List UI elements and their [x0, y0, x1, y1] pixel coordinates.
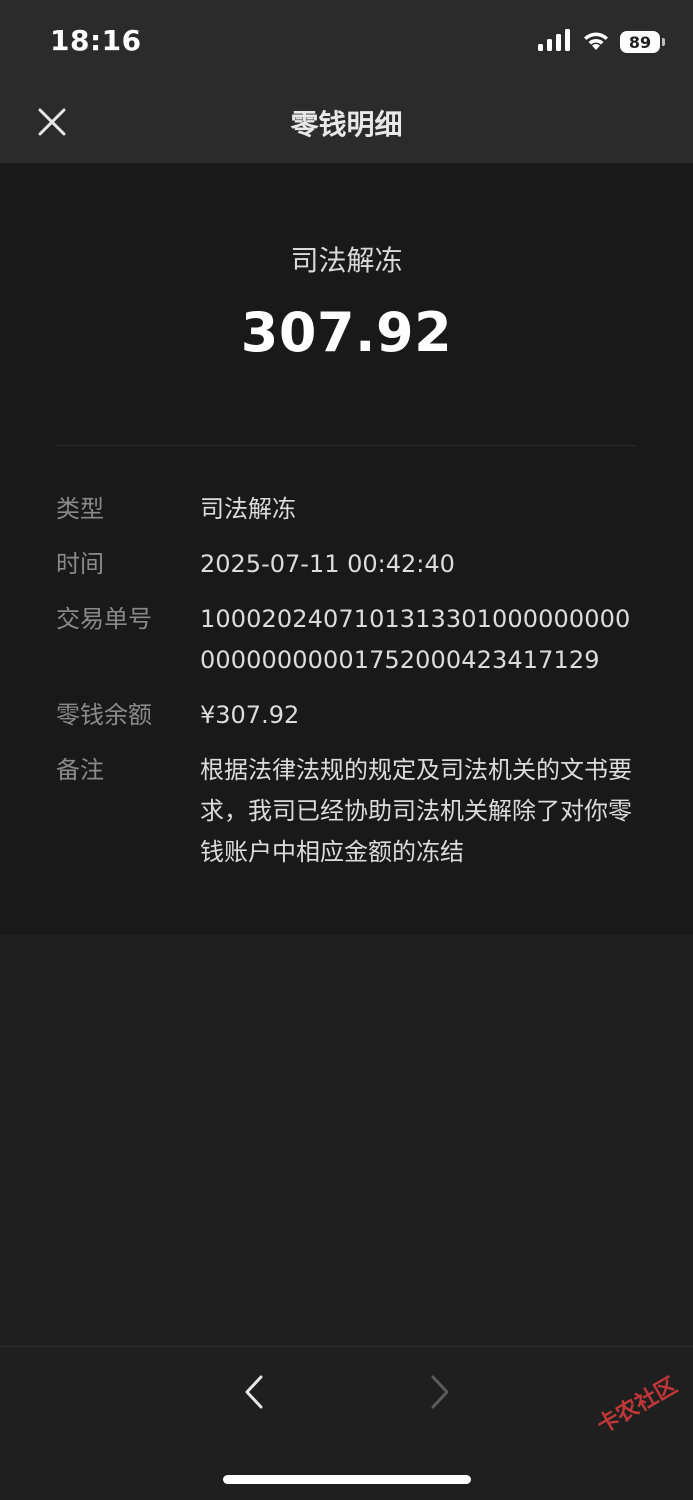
- status-bar: 18:16 89: [0, 0, 693, 82]
- detail-label: 时间: [56, 550, 104, 578]
- detail-row-time: 时间 2025-07-11 00:42:40: [56, 544, 636, 585]
- detail-label: 交易单号: [56, 605, 152, 633]
- transaction-detail-card: 司法解冻 307.92 类型 司法解冻 时间 2025-07-11 00:42:…: [0, 163, 693, 935]
- wifi-icon: [582, 29, 610, 55]
- home-indicator[interactable]: [223, 1475, 471, 1484]
- detail-row-transaction-id: 交易单号 10002024071013133010000000000000000…: [56, 599, 636, 681]
- battery-tip: [662, 38, 665, 46]
- detail-value: ¥307.92: [200, 701, 300, 729]
- status-time: 18:16: [50, 24, 142, 57]
- detail-list: 类型 司法解冻 时间 2025-07-11 00:42:40 交易单号 1000…: [56, 489, 636, 887]
- detail-row-balance: 零钱余额 ¥307.92: [56, 695, 636, 736]
- detail-label: 备注: [56, 756, 104, 784]
- detail-row-remark: 备注 根据法律法规的规定及司法机关的文书要求，我司已经协助司法机关解除了对你零钱…: [56, 750, 636, 873]
- transaction-type-heading: 司法解冻: [290, 244, 403, 277]
- detail-value: 2025-07-11 00:42:40: [200, 550, 455, 578]
- detail-value: 司法解冻: [200, 495, 296, 523]
- transaction-amount: 307.92: [240, 301, 453, 364]
- detail-row-type: 类型 司法解冻: [56, 489, 636, 530]
- chevron-left-icon: [245, 1375, 263, 1409]
- back-button[interactable]: [232, 1368, 276, 1416]
- battery-level: 89: [620, 31, 660, 53]
- watermark-logo: 卡农社区: [593, 1373, 682, 1439]
- status-icons: 89: [538, 28, 665, 56]
- forward-button[interactable]: [418, 1368, 462, 1416]
- signal-icon: [538, 29, 572, 55]
- transaction-id-value[interactable]: 1000202407101313301000000000000000000017…: [200, 599, 636, 681]
- detail-label: 类型: [56, 495, 104, 523]
- nav-bar: 零钱明细: [0, 82, 693, 163]
- detail-label: 零钱余额: [56, 701, 152, 729]
- page-title: 零钱明细: [290, 108, 403, 141]
- bottom-divider: [0, 1346, 693, 1347]
- chevron-right-icon: [431, 1375, 449, 1409]
- remark-value: 根据法律法规的规定及司法机关的文书要求，我司已经协助司法机关解除了对你零钱账户中…: [200, 756, 632, 866]
- divider: [56, 445, 636, 446]
- battery-icon: 89: [620, 31, 665, 53]
